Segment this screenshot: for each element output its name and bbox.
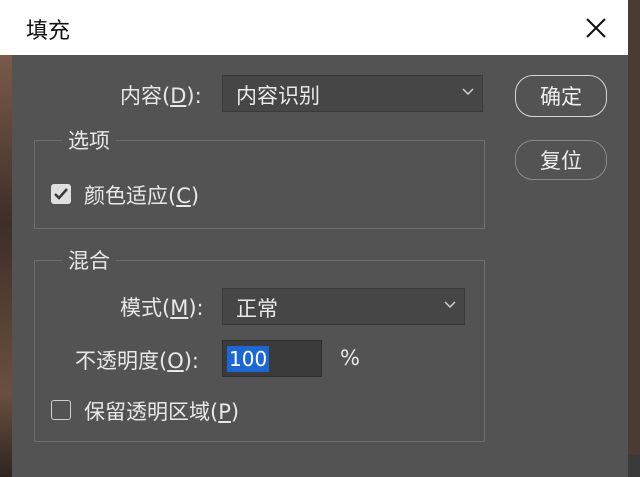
title-bar: 填充 [0, 0, 628, 55]
mode-label: 模式(M): [120, 292, 204, 322]
content-label-suffix: ): [186, 84, 202, 108]
blend-group-title: 混合 [62, 245, 116, 275]
preserve-transparency-checkbox[interactable] [51, 400, 71, 420]
preserve-transparency-label: 保留透明区域(P) [84, 396, 239, 426]
checkmark-icon [54, 188, 68, 200]
background-canvas-edge [628, 455, 640, 477]
content-select-value: 内容识别 [236, 84, 320, 108]
chevron-down-icon [462, 88, 474, 96]
reset-button[interactable]: 复位 [515, 140, 607, 180]
content-label: 内容(D): [120, 80, 202, 110]
opacity-unit: % [340, 346, 360, 370]
close-icon [586, 18, 606, 38]
color-adapt-label: 颜色适应(C) [84, 180, 199, 210]
chevron-down-icon [444, 301, 456, 309]
fill-dialog: 填充 内容(D): 内容识别 确定 复位 选项 颜色适应(C) 混合 模式(M)… [0, 0, 628, 477]
opacity-label-key: O [167, 349, 184, 373]
mode-select[interactable]: 正常 [222, 288, 465, 325]
options-group-title: 选项 [62, 125, 116, 155]
mode-label-suffix: ): [188, 296, 204, 320]
opacity-input[interactable]: 100 [222, 340, 322, 377]
opacity-label-prefix: 不透明度( [75, 349, 168, 373]
background-photo-edge [0, 55, 12, 477]
color-adapt-label-suffix: ) [190, 184, 200, 208]
color-adapt-label-prefix: 颜色适应( [84, 184, 177, 208]
mode-select-value: 正常 [236, 297, 278, 321]
color-adapt-checkbox[interactable] [51, 184, 71, 204]
opacity-label-suffix: ): [183, 349, 200, 373]
color-adapt-label-key: C [176, 184, 191, 208]
opacity-label: 不透明度(O): [75, 345, 199, 375]
preserve-transparency-label-suffix: ) [230, 400, 240, 424]
opacity-value: 100 [227, 346, 270, 372]
dialog-title: 填充 [26, 19, 71, 44]
content-label-key: D [170, 84, 187, 108]
mode-label-key: M [170, 296, 189, 320]
content-label-prefix: 内容( [120, 84, 171, 108]
preserve-transparency-label-key: P [218, 400, 231, 424]
content-select[interactable]: 内容识别 [222, 75, 483, 112]
mode-label-prefix: 模式( [120, 296, 171, 320]
preserve-transparency-label-prefix: 保留透明区域( [84, 400, 219, 424]
close-button[interactable] [576, 8, 616, 48]
ok-button[interactable]: 确定 [515, 75, 607, 117]
